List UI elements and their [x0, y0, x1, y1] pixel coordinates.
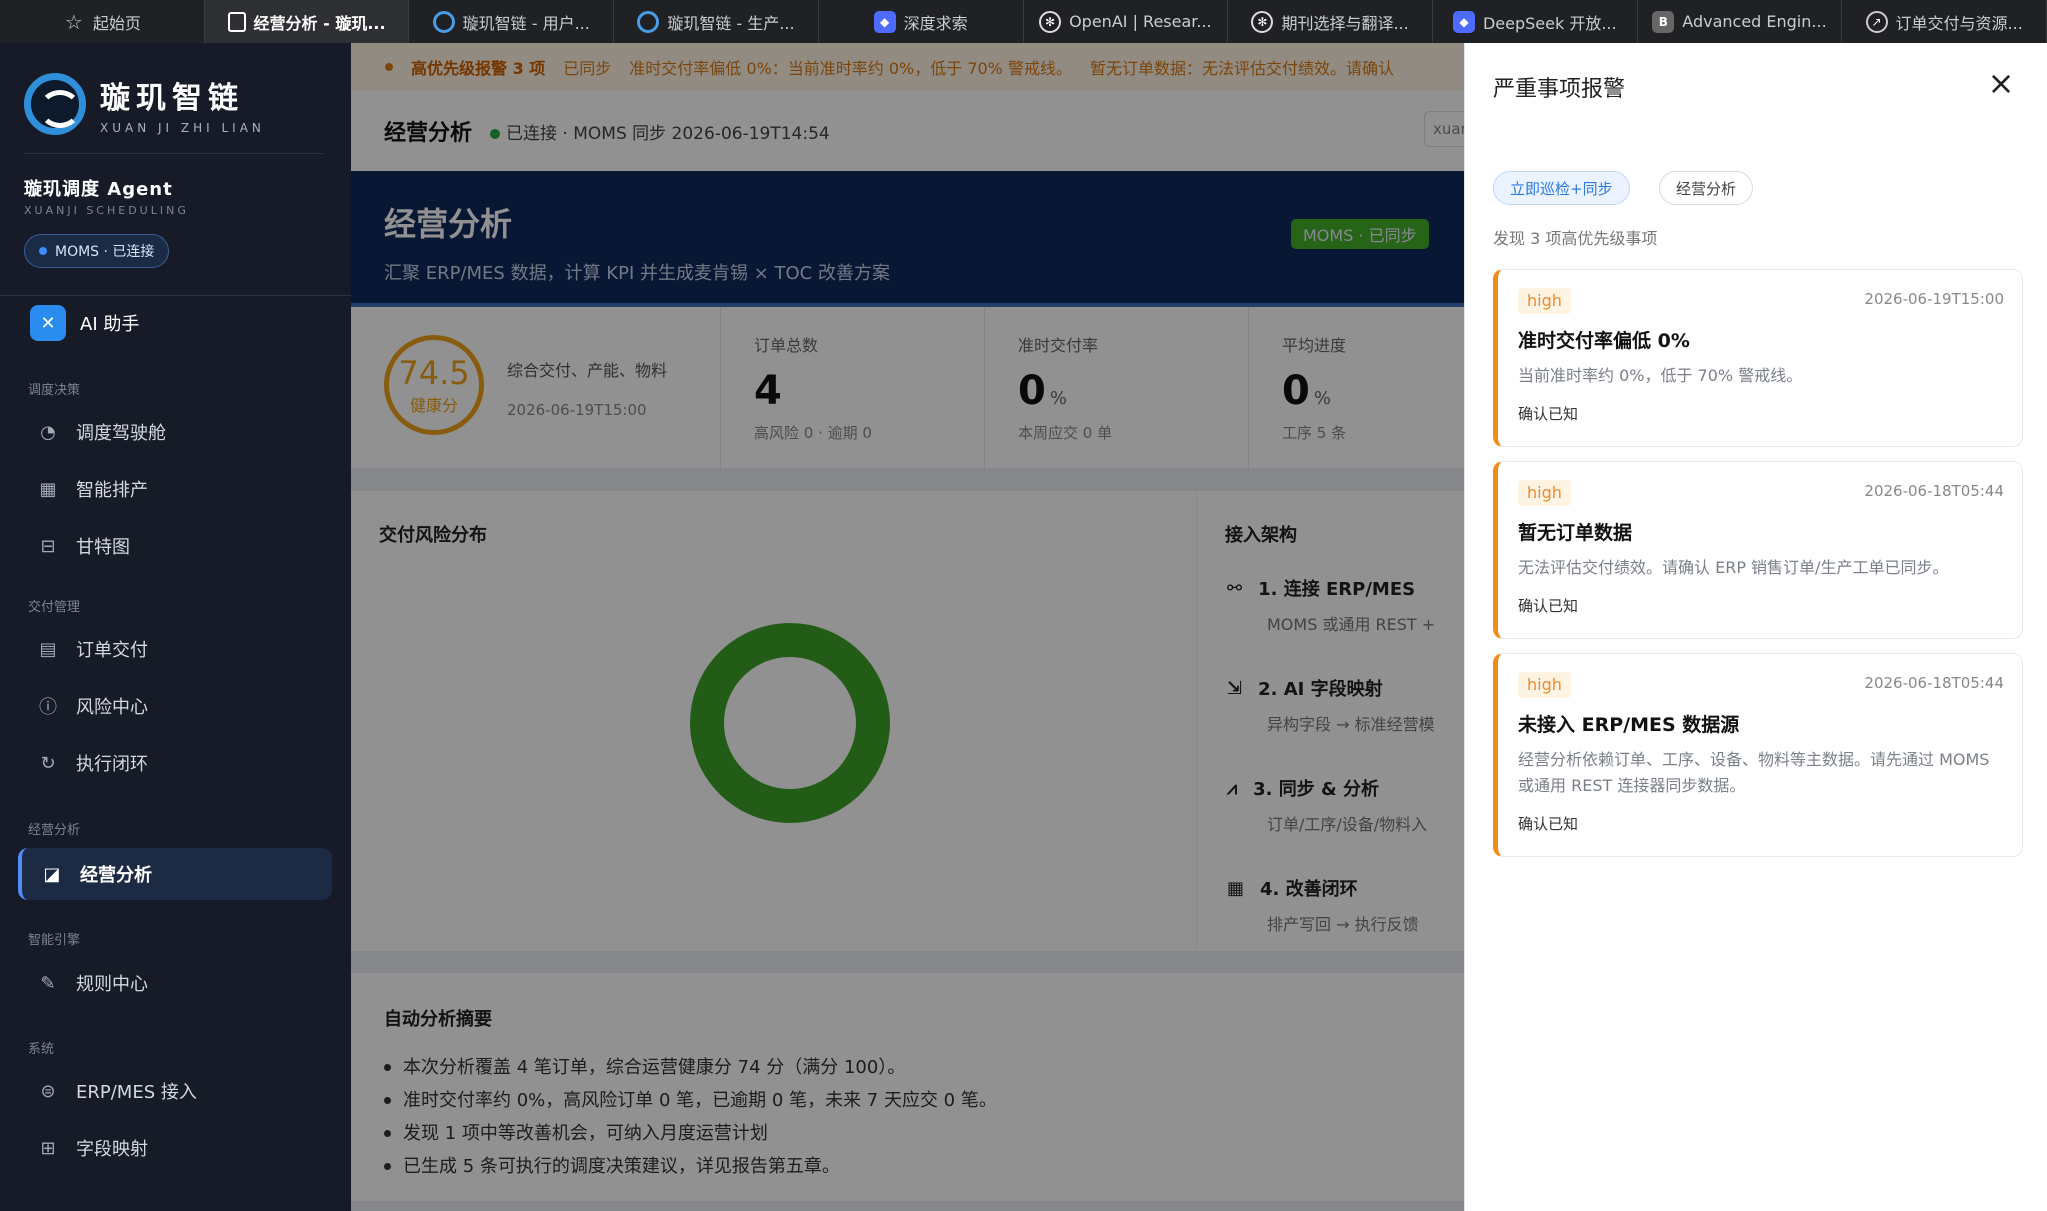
sidebar: 璇玑智链 XUAN JI ZHI LIAN 璇玑调度 Agent XUANJI … [0, 43, 351, 1211]
patrol-sync-button[interactable]: 立即巡检+同步 [1493, 171, 1630, 205]
alert-circle-icon: ⓘ [39, 697, 57, 718]
deepseek-icon: ◆ [1452, 10, 1475, 33]
severity-badge: high [1518, 672, 1571, 698]
business-analysis-button[interactable]: 经营分析 [1659, 171, 1754, 205]
sidebar-item-ai-assistant[interactable]: ✕ AI 助手 [30, 305, 139, 341]
sidebar-item-erp-mes[interactable]: ⊜ ERP/MES 接入 [18, 1065, 332, 1117]
alert-description: 当前准时率约 0%，低于 70% 警戒线。 [1518, 366, 1803, 385]
sidebar-section-label: 调度决策 [28, 383, 81, 398]
sidebar-item-field-mapping[interactable]: ⊞ 字段映射 [18, 1122, 332, 1174]
ai-assistant-icon: ✕ [30, 305, 66, 341]
browser-tab-openai[interactable]: ✻ OpenAI | Resear... [1024, 0, 1229, 43]
browser-tab-analysis[interactable]: 经营分析 - 璇玑... [204, 0, 410, 43]
alert-title: 暂无订单数据 [1518, 522, 1633, 544]
browser-tab-orders[interactable]: ↗ 订单交付与资源... [1842, 0, 2047, 43]
alert-card: high 2026-06-18T05:44 暂无订单数据 无法评估交付绩效。请确… [1493, 461, 2023, 639]
sidebar-item-order-delivery[interactable]: ▤ 订单交付 [18, 623, 332, 675]
alert-drawer: 严重事项报警 × 立即巡检+同步 经营分析 发现 3 项高优先级事项 high … [1464, 43, 2047, 1211]
calendar-icon: ▦ [39, 478, 57, 500]
brand-mark-icon [24, 73, 86, 135]
sidebar-item-rule-center[interactable]: ✎ 规则中心 [18, 957, 332, 1009]
acknowledge-button[interactable]: 确认已知 [1518, 403, 1578, 424]
document-icon: ▤ [39, 638, 57, 660]
sidebar-divider [24, 153, 324, 154]
sidebar-item-execution-loop[interactable]: ↻ 执行闭环 [18, 737, 332, 789]
browser-tab-journal[interactable]: ✻ 期刊选择与翻译... [1228, 0, 1433, 43]
severity-badge: high [1518, 288, 1571, 314]
alert-title: 准时交付率偏低 0% [1518, 330, 1690, 352]
brand-name-en: XUAN JI ZHI LIAN [100, 121, 265, 135]
xuanji-logo-icon [432, 10, 455, 33]
browser-tab-deepseek-open[interactable]: ◆ DeepSeek 开放... [1433, 0, 1638, 43]
alert-time: 2026-06-18T05:44 [1864, 674, 2004, 692]
sidebar-section-label: 智能引擎 [28, 933, 81, 948]
compass-icon: ↗ [1865, 10, 1888, 33]
sidebar-item-gantt[interactable]: ⊟ 甘特图 [18, 520, 332, 572]
map-icon: ⊞ [40, 1137, 56, 1159]
connection-status-pill: MOMS · 已连接 [24, 234, 170, 268]
found-count: 发现 3 项高优先级事项 [1493, 229, 1658, 248]
chart-icon: ◪ [43, 863, 61, 885]
sidebar-divider [0, 295, 351, 296]
alert-description: 经营分析依赖订单、工序、设备、物料等主数据。请先通过 MOMS 或通用 REST… [1518, 750, 1990, 795]
acknowledge-button[interactable]: 确认已知 [1518, 813, 1578, 834]
alert-title: 未接入 ERP/MES 数据源 [1518, 714, 1740, 736]
browser-tab-deepseek[interactable]: ◆ 深度求索 [819, 0, 1024, 43]
close-icon[interactable]: × [1983, 65, 2019, 101]
deepseek-icon: ◆ [873, 10, 896, 33]
sidebar-item-business-analysis[interactable]: ◪ 经营分析 [18, 848, 332, 900]
agent-subtitle: XUANJI SCHEDULING [24, 204, 189, 217]
refresh-icon: ↻ [40, 752, 56, 774]
gauge-icon: ◔ [40, 421, 56, 443]
modal-overlay[interactable] [351, 43, 1464, 1211]
browser-tab-bar: ☆ 起始页 经营分析 - 璇玑... 璇玑智链 - 用户... 璇玑智链 - 生产… [0, 0, 2047, 43]
brand-name: 璇玑智链 [100, 81, 244, 116]
drawer-title: 严重事项报警 [1493, 77, 1626, 102]
acknowledge-button[interactable]: 确认已知 [1518, 595, 1578, 616]
browser-tab-advanced[interactable]: B Advanced Engin... [1638, 0, 1843, 43]
alert-description: 无法评估交付绩效。请确认 ERP 销售订单/生产工单已同步。 [1518, 558, 1949, 577]
status-dot [39, 247, 47, 255]
gantt-icon: ⊟ [40, 535, 56, 557]
xuanji-logo-icon [637, 10, 660, 33]
sidebar-section-label: 系统 [28, 1042, 55, 1057]
app-tab-icon [227, 11, 246, 32]
pen-icon: ✎ [40, 972, 56, 994]
plug-icon: ⊜ [40, 1080, 56, 1102]
sidebar-item-risk-center[interactable]: ⓘ 风险中心 [18, 680, 332, 732]
alert-time: 2026-06-18T05:44 [1864, 482, 2004, 500]
alert-time: 2026-06-19T15:00 [1864, 290, 2004, 308]
sidebar-item-dispatch-cockpit[interactable]: ◔ 调度驾驶舱 [18, 406, 332, 458]
star-icon: ☆ [64, 9, 83, 34]
openai-icon: ✻ [1039, 10, 1062, 33]
browser-tab-xuanji-user[interactable]: 璇玑智链 - 用户... [409, 0, 615, 43]
openai-icon: ✻ [1251, 10, 1274, 33]
alert-card: high 2026-06-18T05:44 未接入 ERP/MES 数据源 经营… [1493, 653, 2023, 857]
agent-title: 璇玑调度 Agent [24, 179, 173, 200]
sidebar-section-label: 交付管理 [28, 600, 81, 615]
severity-badge: high [1518, 480, 1571, 506]
browser-tab-xuanji-prod[interactable]: 璇玑智链 - 生产... [614, 0, 819, 43]
sidebar-item-smart-scheduling[interactable]: ▦ 智能排产 [18, 463, 332, 515]
browser-tab-start[interactable]: ☆ 起始页 [0, 0, 205, 43]
sidebar-section-label: 经营分析 [28, 823, 81, 838]
b-icon: B [1652, 10, 1675, 33]
alert-card: high 2026-06-19T15:00 准时交付率偏低 0% 当前准时率约 … [1493, 269, 2023, 447]
brand-logo[interactable]: 璇玑智链 XUAN JI ZHI LIAN [24, 73, 265, 135]
